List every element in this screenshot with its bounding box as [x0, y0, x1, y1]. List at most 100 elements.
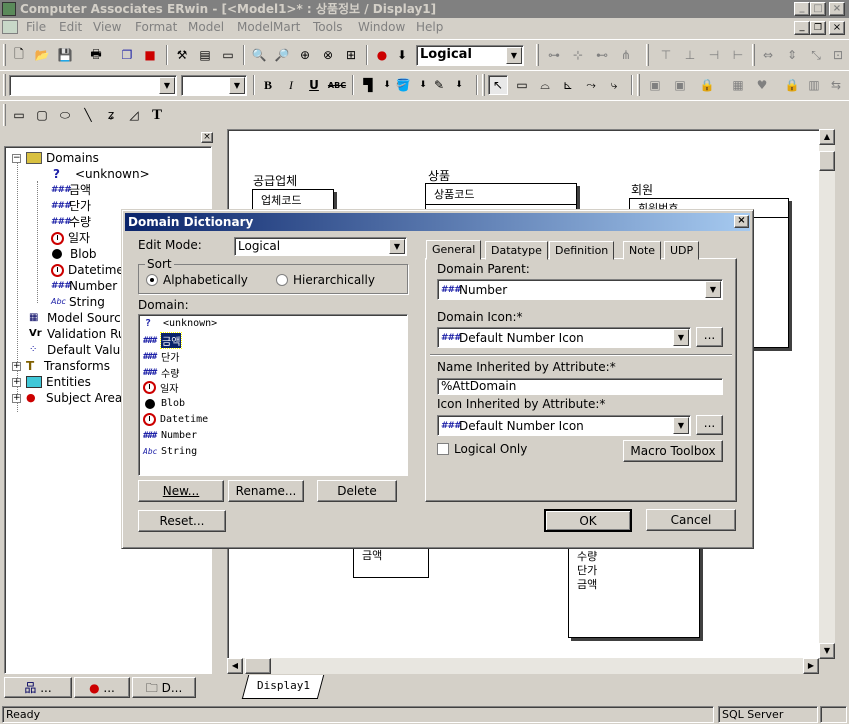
list-item[interactable]: Blob: [145, 398, 185, 409]
expand-icon[interactable]: +: [12, 362, 21, 371]
domain-listbox[interactable]: ? <unknown> ### 금액 ### 단가 ### 수량 일자 Blob Dat…: [138, 314, 408, 476]
zoom-fit-icon[interactable]: ⊕: [295, 45, 315, 65]
list-item[interactable]: ### 수량: [143, 365, 179, 381]
expand-icon[interactable]: +: [12, 378, 21, 387]
tree-node-subject-areas[interactable]: + ● Subject Area: [12, 390, 122, 406]
ok-button[interactable]: OK: [544, 509, 632, 532]
zoom-area-icon[interactable]: ⊗: [318, 45, 338, 65]
list-item[interactable]: 일자: [143, 380, 178, 395]
scroll-thumb[interactable]: [819, 151, 835, 171]
entity-tool-icon[interactable]: ▭: [512, 75, 532, 95]
tree-node-domains[interactable]: − Domains: [12, 150, 99, 166]
close-icon[interactable]: ×: [734, 215, 749, 228]
copy-icon[interactable]: ❐: [117, 45, 137, 65]
line-color-icon[interactable]: ✎: [429, 75, 449, 95]
polygon-tool-icon[interactable]: ◿: [124, 105, 144, 125]
chevron-down-icon[interactable]: ▼: [673, 417, 689, 434]
menu-edit[interactable]: Edit: [59, 20, 82, 34]
select-pointer-icon[interactable]: ↖: [488, 75, 508, 95]
edit-mode-combo[interactable]: Logical ▼: [234, 237, 407, 256]
tree-node-transforms[interactable]: + T Transforms: [12, 358, 110, 374]
new-domain-button[interactable]: New...: [138, 480, 224, 502]
zoom-out-icon[interactable]: 🔍: [249, 45, 269, 65]
tab-model-explorer[interactable]: 品 ...: [4, 677, 72, 698]
menu-view[interactable]: View: [93, 20, 121, 34]
child-minimize-button[interactable]: _: [794, 21, 810, 35]
menu-format[interactable]: Format: [135, 20, 177, 34]
minimize-button[interactable]: _: [794, 2, 810, 16]
menu-file[interactable]: File: [26, 20, 46, 34]
open-folder-icon[interactable]: 📂: [32, 45, 52, 65]
chevron-down-icon[interactable]: ▼: [673, 329, 689, 346]
text-color-icon[interactable]: ▜: [358, 75, 378, 95]
chevron-down-icon[interactable]: ▼: [389, 239, 405, 254]
icon-inherited-browse-button[interactable]: ...: [696, 415, 723, 435]
text-tool-icon[interactable]: T: [147, 105, 167, 125]
dropdown-arrow-icon[interactable]: ⬇: [449, 75, 469, 95]
tree-item-amount[interactable]: ### 금액: [51, 182, 91, 198]
chevron-down-icon[interactable]: ▼: [159, 77, 175, 94]
tree-item-quantity[interactable]: ### 수량: [51, 214, 91, 230]
vertical-scrollbar[interactable]: ▲ ▼: [819, 129, 835, 659]
maximize-button[interactable]: □: [810, 2, 826, 16]
bold-icon[interactable]: B: [258, 75, 278, 95]
save-icon[interactable]: 💾: [55, 45, 75, 65]
tree-item-date[interactable]: 일자: [51, 230, 90, 246]
fill-color-icon[interactable]: 🪣: [393, 75, 413, 95]
chevron-down-icon[interactable]: ▼: [506, 47, 522, 64]
palette-icon[interactable]: ■: [140, 45, 160, 65]
macro-toolbox-button[interactable]: Macro Toolbox: [623, 440, 723, 462]
domain-parent-combo[interactable]: ### Number ▼: [437, 279, 723, 300]
list-item[interactable]: ### 단가: [143, 349, 179, 365]
rename-domain-button[interactable]: Rename...: [228, 480, 304, 502]
child-restore-button[interactable]: ❐: [810, 21, 826, 35]
collapse-icon[interactable]: −: [12, 154, 21, 163]
polyline-tool-icon[interactable]: ʑ: [101, 105, 121, 125]
tree-item-unit-price[interactable]: ### 단가: [51, 198, 91, 214]
tree-item-blob[interactable]: Blob: [52, 246, 97, 262]
underline-icon[interactable]: U: [304, 75, 324, 95]
hammer-icon[interactable]: ⚒: [172, 45, 192, 65]
new-file-icon[interactable]: 🗋: [9, 45, 29, 65]
tree-node-model-sources[interactable]: ▦ Model Sourc: [29, 310, 121, 326]
icon-inherited-combo[interactable]: ### Default Number Icon ▼: [437, 415, 691, 436]
menu-model[interactable]: Model: [188, 20, 224, 34]
reset-button[interactable]: Reset...: [138, 510, 226, 532]
menu-modelmart[interactable]: ModelMart: [237, 20, 300, 34]
italic-icon[interactable]: I: [281, 75, 301, 95]
horizontal-scrollbar[interactable]: ◀ ▶: [227, 658, 819, 674]
chevron-down-icon[interactable]: ▼: [705, 281, 721, 298]
logical-only-checkbox[interactable]: Logical Only: [437, 442, 527, 456]
list-item[interactable]: ? <unknown>: [145, 318, 217, 329]
chevron-down-icon[interactable]: ▼: [229, 77, 245, 94]
font-size-combo[interactable]: ▼: [181, 75, 247, 96]
rectangle-tool-icon[interactable]: ▭: [9, 105, 29, 125]
tab-subject-areas[interactable]: ● ...: [74, 677, 130, 698]
child-close-button[interactable]: ×: [829, 21, 845, 35]
identifying-rel-icon[interactable]: ⊾: [558, 75, 578, 95]
sort-hierarchically-radio[interactable]: Hierarchically: [276, 273, 375, 287]
zoom-page-icon[interactable]: ⊞: [341, 45, 361, 65]
scroll-down-icon[interactable]: ▼: [819, 643, 835, 659]
cancel-button[interactable]: Cancel: [646, 509, 736, 531]
tree-node-validation-rules[interactable]: Vr Validation Ru: [29, 326, 125, 342]
list-item[interactable]: Datetime: [143, 413, 208, 426]
non-identifying-rel-icon[interactable]: ⤷: [604, 75, 624, 95]
strikethrough-icon[interactable]: ABC: [327, 75, 347, 95]
domain-icon-combo[interactable]: ### Default Number Icon ▼: [437, 327, 691, 348]
color-icon[interactable]: ●: [372, 45, 392, 65]
many-to-many-icon[interactable]: ⤳: [581, 75, 601, 95]
expand-icon[interactable]: +: [12, 394, 21, 403]
list-item[interactable]: ### Number: [143, 430, 197, 441]
rounded-rect-tool-icon[interactable]: ▢: [32, 105, 52, 125]
tree-node-default-values[interactable]: ⁘ Default Value: [29, 342, 128, 358]
line-tool-icon[interactable]: ╲: [78, 105, 98, 125]
menu-tools[interactable]: Tools: [313, 20, 343, 34]
page-setup-icon[interactable]: ▤: [195, 45, 215, 65]
scroll-left-icon[interactable]: ◀: [227, 658, 243, 674]
category-tool-icon[interactable]: ⌓: [535, 75, 555, 95]
delete-domain-button[interactable]: Delete: [317, 480, 397, 502]
font-name-combo[interactable]: ▼: [9, 75, 177, 96]
tab-general[interactable]: General: [426, 240, 482, 260]
close-button[interactable]: ×: [829, 2, 845, 16]
